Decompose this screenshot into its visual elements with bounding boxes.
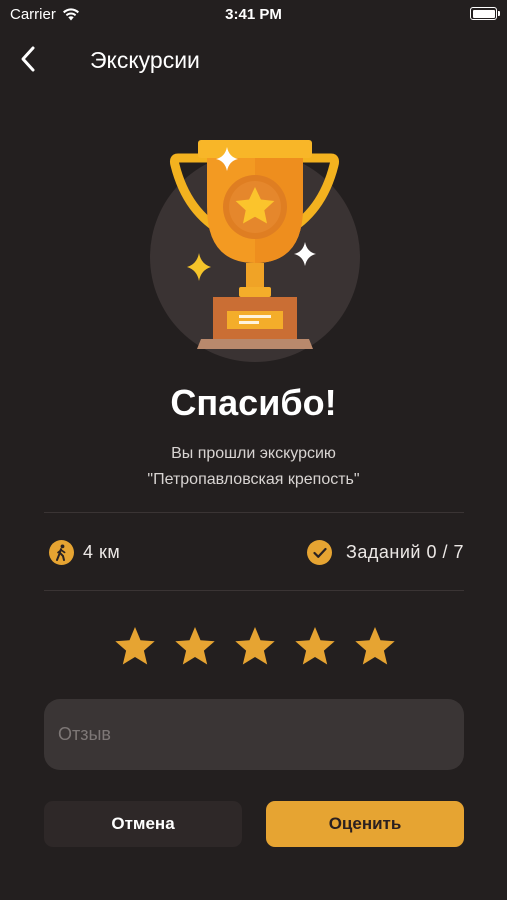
tour-name: "Петропавловская крепость" xyxy=(147,471,360,488)
star-icon[interactable] xyxy=(114,625,156,667)
rating-stars xyxy=(114,625,396,667)
star-icon[interactable] xyxy=(174,625,216,667)
page-title: Экскурсии xyxy=(90,47,200,73)
star-icon[interactable] xyxy=(294,625,336,667)
nav-bar: Экскурсии xyxy=(0,30,507,90)
divider-top xyxy=(44,512,464,513)
star-icon[interactable] xyxy=(354,625,396,667)
cancel-button[interactable]: Отмена xyxy=(44,801,242,847)
completion-line-1: Вы прошли экскурсию xyxy=(171,445,336,462)
battery-icon xyxy=(470,7,500,20)
check-circle-icon xyxy=(307,540,333,565)
review-input[interactable] xyxy=(44,699,464,770)
thanks-title: Спасибо! xyxy=(170,382,337,423)
rate-button[interactable]: Оценить xyxy=(266,801,464,847)
back-button[interactable] xyxy=(14,44,44,74)
divider-bottom xyxy=(44,590,464,591)
trophy-illustration xyxy=(150,140,360,362)
chevron-left-icon xyxy=(21,46,35,72)
status-bar: Carrier 3:41 PM xyxy=(0,0,507,30)
walking-icon xyxy=(49,540,74,565)
tasks-value: Заданий 0 / 7 xyxy=(346,542,464,562)
status-time: 3:41 PM xyxy=(225,6,282,23)
tasks-stat: Заданий 0 / 7 xyxy=(307,540,464,565)
distance-value: 4 км xyxy=(83,542,121,562)
distance-stat: 4 км xyxy=(49,540,120,565)
completion-message: Вы прошли экскурсию "Петропавловская кре… xyxy=(0,441,507,493)
star-icon[interactable] xyxy=(234,625,276,667)
